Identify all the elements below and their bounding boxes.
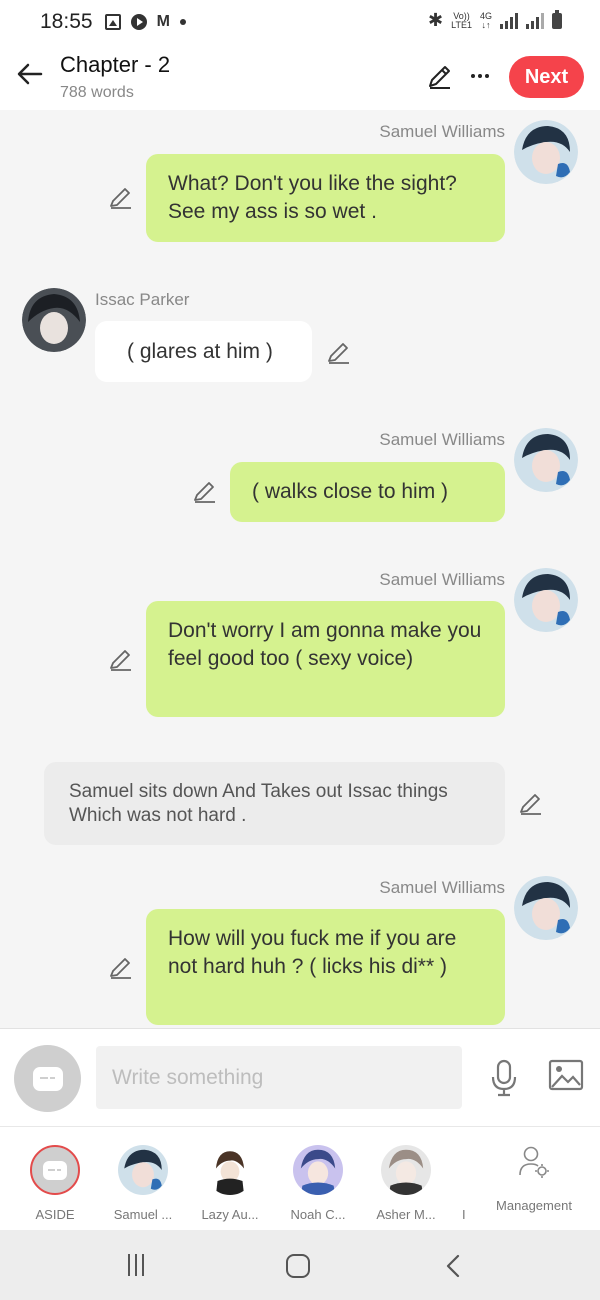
dot-icon — [179, 19, 186, 25]
status-time: 18:55 — [40, 10, 93, 33]
aside-chat-icon — [43, 1160, 67, 1180]
back-icon[interactable] — [444, 1254, 464, 1278]
volte-indicator: Vo)) LTE1 — [451, 11, 472, 30]
lte-label: LTE1 — [451, 19, 472, 30]
image-icon[interactable] — [548, 1059, 584, 1091]
status-left-icons: M — [104, 13, 186, 31]
speaker-name: Samuel Williams — [379, 430, 505, 449]
character-label: Noah C... — [290, 1207, 346, 1222]
status-bar: 18:55 M ✱ Vo)) LTE1 4G ↓↑ — [0, 0, 600, 44]
speaker-name: Issac Parker — [95, 290, 190, 309]
play-icon — [130, 14, 147, 30]
edit-message-button[interactable] — [108, 646, 134, 672]
pencil-icon — [110, 958, 131, 979]
character-label[interactable]: I — [462, 1207, 466, 1222]
signal-icon — [526, 12, 544, 29]
chat-messages[interactable]: Samuel Williams What? Don't you like the… — [0, 110, 600, 1028]
speaker-name: Samuel Williams — [379, 570, 505, 589]
character-tab-noah[interactable]: Noah C... — [278, 1145, 358, 1222]
avatar[interactable] — [514, 120, 578, 184]
aside-chat-icon — [32, 1066, 63, 1091]
character-bar: ASIDE Samuel ... Lazy Au... Noah C... As… — [0, 1126, 600, 1230]
message-bubble[interactable]: ( glares at him ) — [95, 321, 312, 382]
avatar[interactable] — [22, 288, 86, 352]
home-icon[interactable] — [286, 1254, 310, 1278]
character-tab-asher[interactable]: Asher M... — [366, 1145, 446, 1222]
signal-icon — [500, 12, 518, 29]
message-bubble[interactable]: Don't worry I am gonna make you feel goo… — [146, 601, 505, 717]
pencil-icon — [110, 188, 131, 209]
speaker-name: Samuel Williams — [379, 122, 505, 141]
pencil-icon — [194, 482, 215, 503]
avatar — [118, 1145, 168, 1195]
chapter-header: Chapter - 2 788 words Next — [0, 44, 600, 110]
avatar[interactable] — [514, 428, 578, 492]
pencil-icon[interactable] — [426, 62, 454, 90]
more-button[interactable] — [466, 62, 494, 90]
recents-icon[interactable] — [128, 1254, 144, 1276]
gallery-icon — [104, 14, 121, 30]
management-label: Management — [496, 1198, 572, 1213]
character-tab-aside[interactable]: ASIDE — [15, 1145, 95, 1222]
management-button[interactable]: Management — [492, 1145, 576, 1213]
avatar — [205, 1145, 255, 1195]
character-label: ASIDE — [35, 1207, 75, 1222]
word-count: 788 words — [60, 84, 134, 101]
m-app-icon: M — [156, 13, 170, 30]
character-tab-lazy[interactable]: Lazy Au... — [190, 1145, 270, 1222]
write-input[interactable] — [96, 1046, 462, 1109]
back-arrow-icon — [17, 63, 43, 85]
edit-message-button[interactable] — [518, 790, 544, 816]
message-bubble[interactable]: ( walks close to him ) — [230, 462, 505, 522]
battery-icon — [552, 9, 562, 29]
edit-message-button[interactable] — [108, 184, 134, 210]
avatar — [381, 1145, 431, 1195]
avatar[interactable] — [514, 876, 578, 940]
aside-toggle-button[interactable] — [14, 1045, 81, 1112]
aside-narration[interactable]: Samuel sits down And Takes out Issac thi… — [44, 762, 505, 845]
data-arrows-icon: ↓↑ — [481, 19, 491, 30]
user-gear-icon — [519, 1146, 549, 1178]
character-label: Asher M... — [376, 1207, 436, 1222]
pencil-icon — [328, 343, 349, 364]
avatar[interactable] — [514, 568, 578, 632]
microphone-icon[interactable] — [488, 1059, 520, 1097]
composer — [0, 1028, 600, 1126]
page-title: Chapter - 2 — [60, 52, 171, 77]
back-button[interactable] — [14, 58, 46, 90]
message-bubble[interactable]: What? Don't you like the sight? See my a… — [146, 154, 505, 242]
pencil-icon — [110, 650, 131, 671]
edit-message-button[interactable] — [326, 339, 352, 365]
character-label: Samuel ... — [113, 1207, 173, 1222]
next-button[interactable]: Next — [509, 56, 584, 98]
pencil-icon — [520, 794, 541, 815]
speaker-name: Samuel Williams — [379, 878, 505, 897]
network-indicator: 4G ↓↑ — [480, 11, 492, 30]
message-bubble[interactable]: How will you fuck me if you are not hard… — [146, 909, 505, 1025]
character-tab-samuel[interactable]: Samuel ... — [103, 1145, 183, 1222]
more-icon — [471, 74, 475, 78]
character-label: Lazy Au... — [201, 1207, 259, 1222]
edit-message-button[interactable] — [108, 954, 134, 980]
avatar — [30, 1145, 80, 1195]
edit-message-button[interactable] — [192, 478, 218, 504]
bluetooth-icon: ✱ — [428, 10, 444, 30]
avatar — [293, 1145, 343, 1195]
system-nav-bar — [0, 1230, 600, 1300]
status-right: ✱ Vo)) LTE1 4G ↓↑ — [428, 9, 562, 31]
